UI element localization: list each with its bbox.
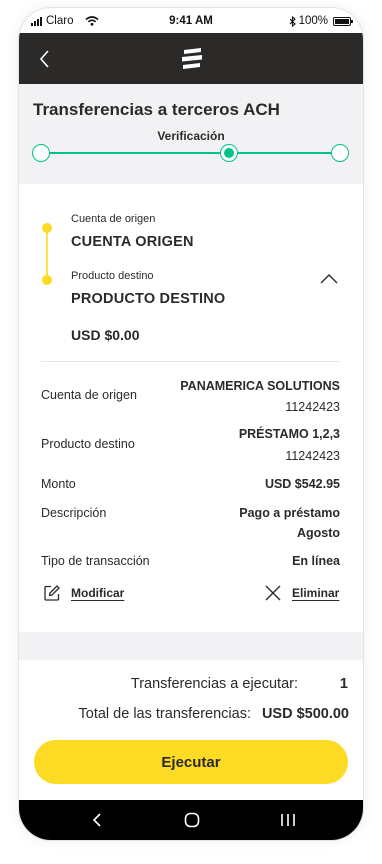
status-bar: Claro 9:41 AM 100% bbox=[19, 8, 363, 33]
nav-back-icon[interactable] bbox=[89, 812, 107, 828]
divider bbox=[41, 361, 340, 362]
chevron-up-icon[interactable] bbox=[319, 273, 339, 285]
detail-value-destination: PRÉSTAMO 1,2,3 bbox=[238, 427, 340, 441]
progress-stepper: Verificación bbox=[19, 129, 363, 176]
battery-icon bbox=[333, 16, 353, 26]
transfer-card: Cuenta de origen CUENTA ORIGEN Producto … bbox=[19, 184, 363, 632]
nav-recents-icon[interactable] bbox=[279, 812, 297, 828]
transfer-count-label: Transferencias a ejecutar: bbox=[130, 676, 298, 692]
system-nav-bar bbox=[19, 800, 363, 840]
origin-label: Cuenta de origen bbox=[71, 213, 156, 225]
phone-frame: Claro 9:41 AM 100% Transferencias a terc… bbox=[19, 8, 363, 840]
detail-label-transaction-type: Tipo de transacción bbox=[41, 554, 150, 568]
destination-value: PRODUCTO DESTINO bbox=[71, 291, 226, 307]
detail-sub-description: Agosto bbox=[296, 526, 340, 540]
back-arrow-icon[interactable] bbox=[35, 48, 55, 70]
transfer-count-value: 1 bbox=[339, 676, 348, 692]
close-icon bbox=[265, 585, 281, 601]
delete-button[interactable]: Eliminar bbox=[264, 584, 339, 602]
detail-value-transaction-type: En línea bbox=[292, 554, 340, 568]
transfer-total-label: Total de las transferencias: bbox=[78, 706, 251, 722]
modify-button[interactable]: Modificar bbox=[43, 584, 124, 602]
detail-value-origin: PANAMERICA SOLUTIONS bbox=[180, 379, 340, 393]
bank-logo-icon bbox=[182, 48, 202, 69]
execute-button[interactable]: Ejecutar bbox=[34, 740, 348, 784]
transfer-amount: USD $0.00 bbox=[71, 327, 140, 343]
detail-value-description: Pago a préstamo bbox=[239, 506, 340, 520]
destination-label: Producto destino bbox=[71, 270, 154, 282]
summary-panel: Transferencias a ejecutar: 1 Total de la… bbox=[19, 660, 363, 800]
detail-label-destination: Producto destino bbox=[41, 437, 135, 451]
timeline-line bbox=[46, 228, 48, 278]
detail-label-origin: Cuenta de origen bbox=[41, 388, 137, 402]
page-title: Transferencias a terceros ACH bbox=[33, 100, 280, 119]
origin-value: CUENTA ORIGEN bbox=[71, 234, 194, 250]
origin-dot bbox=[42, 223, 52, 233]
current-step-label: Verificación bbox=[157, 129, 225, 143]
nav-home-icon[interactable] bbox=[183, 812, 201, 828]
step-2-current bbox=[220, 144, 238, 162]
app-header bbox=[19, 33, 363, 84]
transfer-total-value: USD $500.00 bbox=[261, 706, 349, 722]
bluetooth-icon bbox=[289, 15, 296, 27]
destination-dot bbox=[42, 275, 52, 285]
status-right: 100% bbox=[289, 15, 353, 27]
step-1 bbox=[32, 144, 50, 162]
detail-label-amount: Monto bbox=[41, 477, 76, 491]
edit-icon bbox=[44, 585, 60, 601]
step-3 bbox=[331, 144, 349, 162]
detail-label-description: Descripción bbox=[41, 506, 107, 520]
modify-label: Modificar bbox=[71, 586, 125, 600]
content-top: Transferencias a terceros ACH Verificaci… bbox=[19, 84, 363, 184]
detail-sub-origin: 11242423 bbox=[285, 400, 340, 414]
detail-sub-destination: 11242423 bbox=[285, 449, 340, 463]
battery-percent: 100% bbox=[298, 15, 328, 27]
detail-value-amount: USD $542.95 bbox=[264, 477, 340, 491]
delete-label: Eliminar bbox=[292, 586, 340, 600]
stepper-line bbox=[49, 152, 333, 154]
